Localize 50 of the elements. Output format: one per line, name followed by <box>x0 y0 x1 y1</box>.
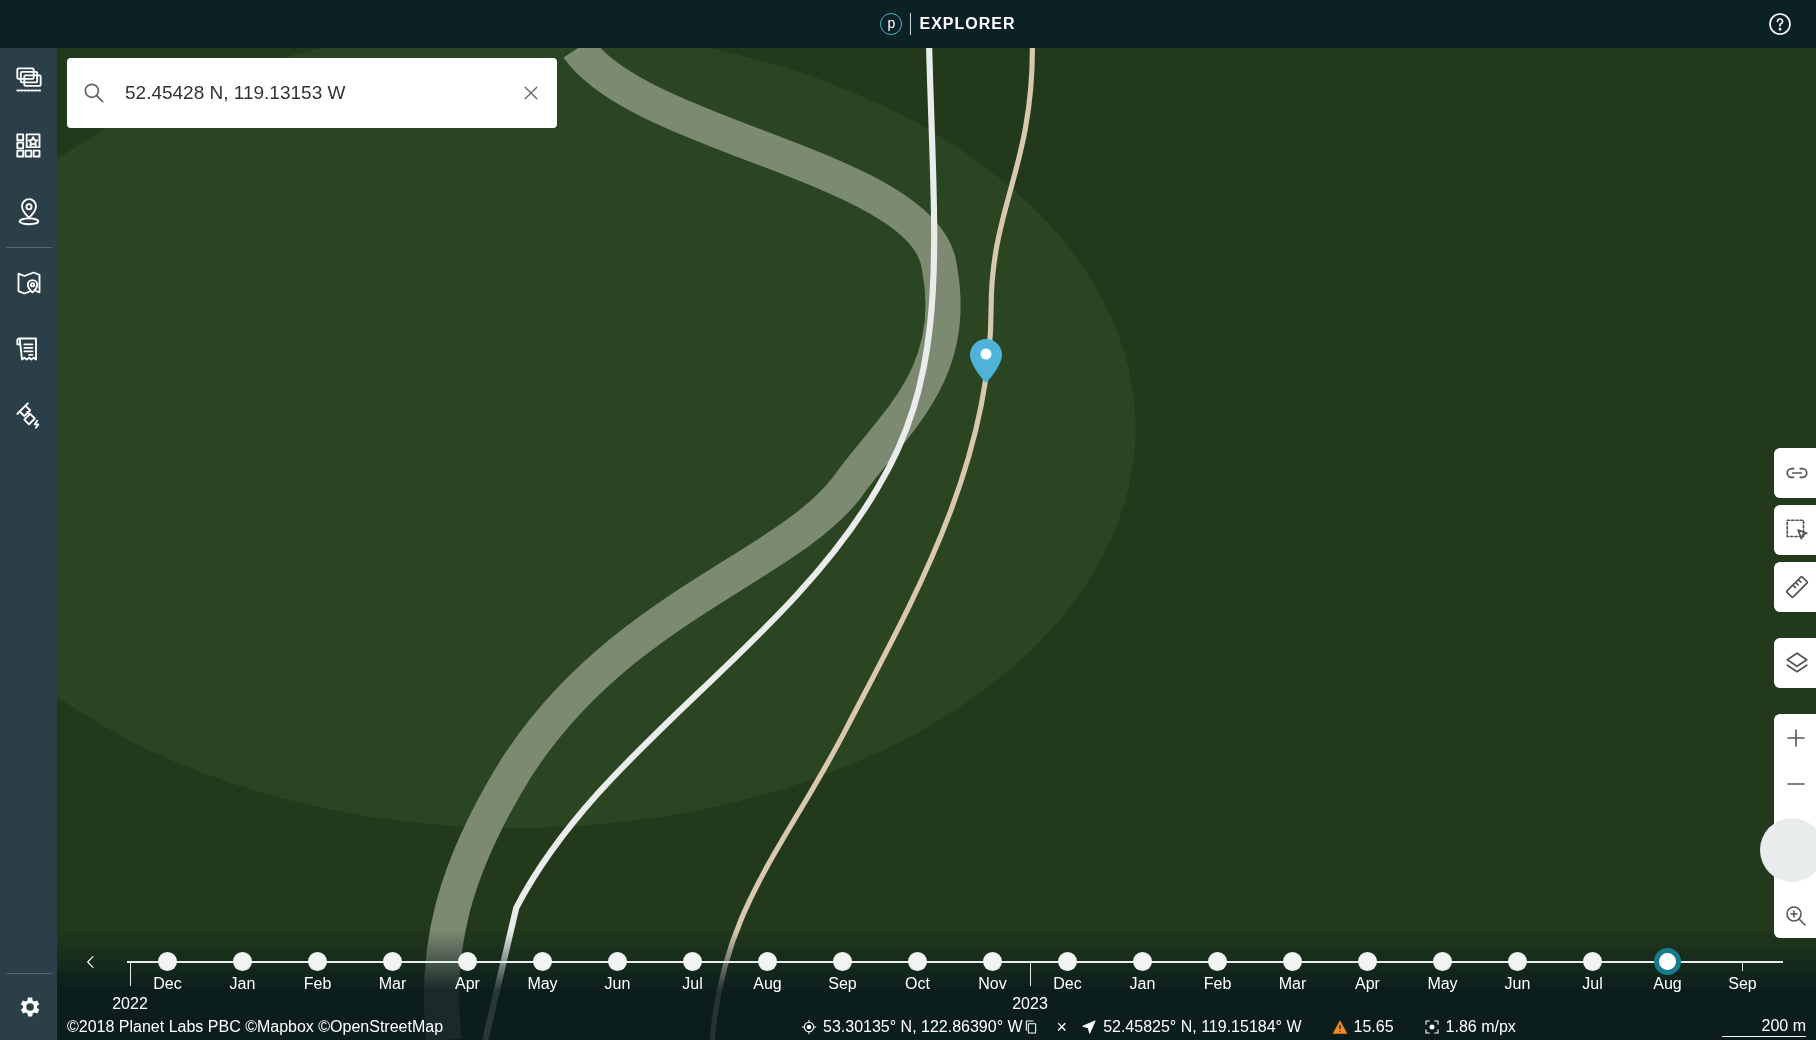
measure-button[interactable] <box>1774 562 1816 612</box>
scale-bar: 200 m <box>1722 1017 1806 1037</box>
layers-button[interactable] <box>1774 638 1816 688</box>
month-label: Oct <box>904 975 931 993</box>
month-label: Jul <box>1581 975 1604 993</box>
month-label: Apr <box>1354 975 1381 993</box>
zoom-in-icon[interactable] <box>1784 726 1808 750</box>
month-label: Aug <box>752 975 783 993</box>
cursor-coordinates: 53.30135° N, 122.86390° W <box>823 1018 1023 1036</box>
month-label: Nov <box>977 975 1008 993</box>
month-label: Dec <box>152 975 183 993</box>
month-label: May <box>1426 975 1459 993</box>
month-label: Jun <box>1503 975 1532 993</box>
warning-value: 15.65 <box>1353 1018 1394 1036</box>
resolution-text: 1.86 m/px <box>1445 1018 1516 1036</box>
ruler-icon[interactable] <box>1784 574 1810 600</box>
location-pin-icon[interactable] <box>969 338 1003 384</box>
search-input[interactable]: 52.45428 N, 119.13153 W <box>123 81 505 105</box>
month-label: Sep <box>827 975 858 993</box>
year-label: 2023 <box>1011 995 1049 1013</box>
month-label: Mar <box>377 975 408 993</box>
search-field[interactable]: 52.45428 N, 119.13153 W <box>67 58 557 128</box>
grid-star-icon[interactable] <box>14 132 43 160</box>
link-button[interactable] <box>1774 448 1816 498</box>
month-label: May <box>526 975 559 993</box>
month-label: Dec <box>1052 975 1083 993</box>
month-label: Feb <box>302 975 333 993</box>
warning-icon <box>1331 1019 1348 1035</box>
month-label: Jun <box>603 975 632 993</box>
month-label: Apr <box>454 975 481 993</box>
location-coordinates: 52.45825° N, 119.15184° W <box>1103 1018 1302 1036</box>
app-title: EXPLORER <box>919 15 1016 33</box>
stacked-layers-icon[interactable] <box>14 66 43 94</box>
select-area-button[interactable] <box>1774 505 1816 555</box>
month-label: Jul <box>681 975 704 993</box>
month-label: Jan <box>1128 975 1157 993</box>
crosshair-icon[interactable] <box>801 1019 817 1035</box>
month-label: Jan <box>228 975 257 993</box>
month-label: Sep <box>1727 975 1758 993</box>
resolution-icon[interactable] <box>1423 1019 1440 1035</box>
month-label: Mar <box>1277 975 1308 993</box>
navigation-arrow-icon[interactable] <box>1081 1019 1098 1035</box>
dashed-selection-icon[interactable] <box>1784 517 1810 543</box>
month-label: Aug <box>1652 975 1683 993</box>
dismiss-button[interactable]: × <box>1056 1016 1068 1038</box>
help-icon[interactable] <box>1768 12 1792 36</box>
attribution-text: ©2018 Planet Labs PBC ©Mapbox ©OpenStreetMap <box>67 1018 445 1036</box>
year-label: 2022 <box>111 995 149 1013</box>
month-label: Feb <box>1202 975 1233 993</box>
zoom-search-icon[interactable] <box>1784 904 1808 928</box>
